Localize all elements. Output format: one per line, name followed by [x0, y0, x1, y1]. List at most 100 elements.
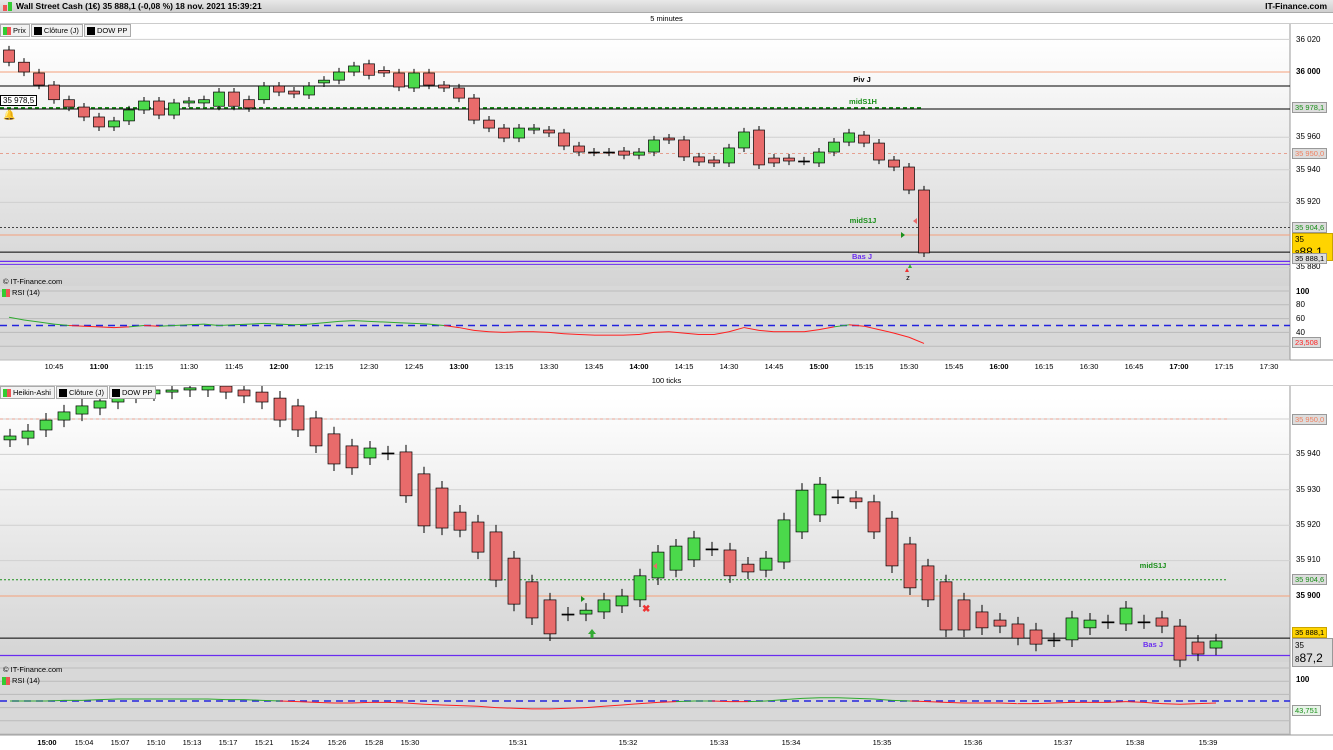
rsi-line-segment [563, 333, 580, 335]
x-tick: 15:15 [854, 362, 874, 371]
rsi-line-segment [413, 322, 430, 325]
candle-up [348, 65, 360, 73]
x-tick: 13:00 [449, 362, 469, 371]
bottom-period-label: 100 ticks [0, 375, 1333, 386]
candle-down [858, 134, 870, 144]
candle-down [378, 70, 390, 74]
top-chart-panel[interactable]: 35 978,5 🔔 Piv J midS1H midS1J Bas J z ©… [0, 24, 1333, 375]
rsi-area-background [0, 286, 1290, 360]
mids1j-price-tag: 35 904,6 [1292, 222, 1328, 233]
candle-up [579, 609, 593, 615]
tab-dow-pp[interactable]: DOW PP [83, 24, 132, 37]
tab-dow-pp[interactable]: DOW PP [108, 386, 157, 399]
candle-down [18, 61, 30, 73]
rsi-line-segment [143, 325, 160, 327]
candle-up [777, 519, 791, 563]
candle-down [957, 599, 971, 631]
tab-cloture[interactable]: Clôture (J) [55, 386, 108, 399]
x-tick: 15:13 [182, 738, 202, 747]
candle-down [489, 531, 503, 581]
x-tick: 15:36 [963, 738, 983, 747]
candle-up [138, 100, 150, 111]
copyright: © IT-Finance.com [3, 665, 63, 674]
candle-up [1137, 621, 1151, 624]
candle-down [558, 132, 570, 147]
rsi-value-tag: 43,751 [1292, 705, 1321, 716]
rsi-line-segment [263, 322, 280, 325]
candle-down [93, 116, 105, 128]
tab-label: Clôture (J) [43, 26, 79, 35]
rsi-line-segment [68, 325, 85, 327]
candle-up [165, 389, 179, 393]
rsi-line-segment [293, 323, 310, 326]
candle-down [471, 521, 485, 553]
x-tick: 14:15 [674, 362, 694, 371]
rsi-line-segment [1107, 701, 1127, 703]
tab-cloture[interactable]: Clôture (J) [30, 24, 83, 37]
x-tick: 16:00 [989, 362, 1009, 371]
x-tick: 16:15 [1034, 362, 1054, 371]
rsi-value-tag: 23,508 [1292, 337, 1321, 348]
level-piv-j: Piv J [853, 75, 871, 84]
tab-prix[interactable]: Prix [0, 24, 30, 37]
tab-heikin-ashi[interactable]: Heikin-Ashi [0, 386, 55, 399]
candle-down [3, 49, 15, 63]
rsi-line-segment [248, 322, 265, 325]
rsi-line-segment [297, 701, 317, 703]
candle-down [291, 405, 305, 431]
x-tick: 13:30 [539, 362, 559, 371]
top-period-label: 5 minutes [0, 13, 1333, 24]
alarm-bell-icon[interactable]: 🔔 [3, 110, 15, 121]
rsi-label: RSI (14) [12, 288, 40, 297]
rsi-line-segment [83, 325, 100, 328]
candle-down [417, 473, 431, 527]
level-mids1j: midS1J [849, 216, 877, 225]
candle-up [705, 548, 719, 551]
x-tick: 12:30 [359, 362, 379, 371]
bottom-chart-panel[interactable]: ✖ midS1J Bas J © IT-Finance.com RSI (14)… [0, 386, 1333, 750]
rsi-line-segment [368, 320, 385, 323]
bottom-price-chart[interactable]: ✖ [0, 386, 1333, 750]
candle-down [693, 156, 705, 163]
candle-down [741, 563, 755, 573]
candle-up [213, 91, 225, 107]
candle-down [1191, 641, 1205, 655]
candle-up [39, 419, 53, 431]
rsi-line-segment [488, 331, 505, 333]
top-price-chart[interactable] [0, 24, 1333, 375]
x-tick: 15:30 [899, 362, 919, 371]
x-tick: 12:15 [314, 362, 334, 371]
rsi-line-segment [578, 333, 595, 336]
candle-down [543, 129, 555, 134]
x-tick: 15:37 [1053, 738, 1073, 747]
candle-up [561, 613, 575, 616]
candle-down [903, 166, 915, 191]
last-price-tag: 35 888,1 [1292, 627, 1328, 638]
candle-up [738, 131, 750, 149]
candle-up [183, 387, 197, 391]
x-tick: 15:28 [364, 738, 384, 747]
rsi-line-segment [351, 701, 371, 704]
rsi-line-segment [278, 323, 295, 326]
candle-down [918, 189, 930, 254]
x-tick: 15:38 [1125, 738, 1145, 747]
candle-down [783, 157, 795, 162]
candle-up [759, 557, 773, 571]
rsi-line-segment [81, 699, 101, 701]
rsi-line-segment [1161, 703, 1181, 705]
x-tick: 11:30 [179, 362, 199, 371]
candle-down [33, 72, 45, 86]
level-mids1j: midS1J [1139, 561, 1167, 570]
rsi-line-segment [495, 707, 515, 709]
candle-up [93, 400, 107, 409]
candle-up [1101, 621, 1115, 624]
candle-up [597, 599, 611, 613]
rsi-line-segment [279, 700, 299, 703]
rsi-swatch-icon [2, 288, 10, 297]
rsi-line-segment [855, 697, 875, 700]
candle-up [528, 127, 540, 131]
candle-down [435, 487, 449, 529]
candles-icon [3, 26, 11, 35]
candle-up [588, 151, 600, 154]
candle-up [21, 430, 35, 439]
